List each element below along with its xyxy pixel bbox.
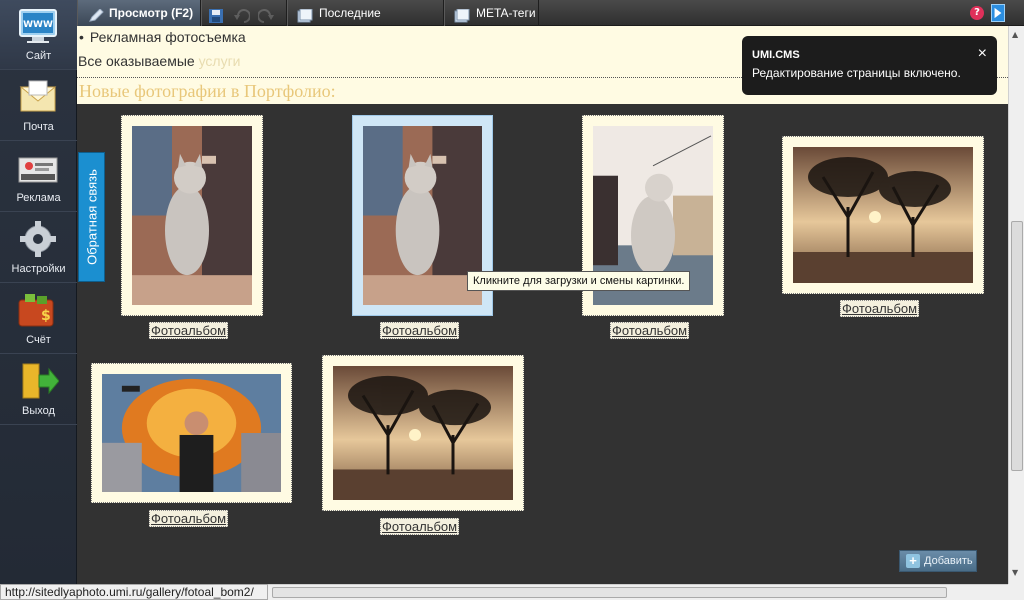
sidebar-item-account[interactable]: $ Счёт xyxy=(0,284,77,354)
save-icon xyxy=(208,6,224,23)
notification-popup: UMI.CMS Редактирование страницы включено… xyxy=(742,36,997,95)
photo-frame[interactable] xyxy=(782,136,984,294)
save-button[interactable] xyxy=(201,0,287,26)
scrollbar-corner xyxy=(1008,584,1024,600)
plus-icon: + xyxy=(906,554,920,568)
admin-toolbar: Просмотр (F2) Последние документы META-т… xyxy=(77,0,1024,46)
exit-icon xyxy=(17,361,60,401)
redo-icon[interactable] xyxy=(257,6,274,23)
wallet-icon: $ xyxy=(17,290,59,330)
mail-icon xyxy=(17,77,59,117)
add-button[interactable]: + Добавить xyxy=(899,550,977,572)
svg-text:WWW: WWW xyxy=(23,20,53,30)
services-prefix: Все оказываемые xyxy=(78,53,195,69)
sidebar-item-settings[interactable]: Настройки xyxy=(0,213,77,283)
notification-message: Редактирование страницы включено. xyxy=(752,66,961,80)
chevron-right-icon xyxy=(994,7,1002,19)
services-text: Все оказываемые услуги xyxy=(78,53,241,69)
upload-tooltip: Кликните для загрузки и смены картинки. xyxy=(467,271,691,291)
recent-documents-button[interactable]: Последние документы xyxy=(287,0,444,46)
sidebar-item-label: Реклама xyxy=(16,192,61,204)
meta-tags-label: META-теги xyxy=(476,6,536,20)
services-link[interactable]: услуги xyxy=(199,53,241,69)
meta-tags-button[interactable]: META-теги xyxy=(444,0,539,26)
scroll-down-icon[interactable]: ▼ xyxy=(1012,568,1018,577)
portfolio-heading: Новые фотографии в Портфолио: xyxy=(79,81,336,101)
vertical-scrollbar[interactable]: ▲ ▼ xyxy=(1008,26,1024,584)
sidebar-item-site[interactable]: WWW Сайт xyxy=(0,0,77,70)
undo-icon[interactable] xyxy=(234,6,251,23)
photo-frame[interactable] xyxy=(322,355,524,511)
photo-caption-link[interactable]: Фотоальбом xyxy=(380,518,460,535)
photo-caption-link[interactable]: Фотоальбом xyxy=(149,322,229,339)
notification-title: UMI.CMS xyxy=(752,49,800,61)
photo-trees-sunset xyxy=(333,366,513,500)
photo-frame[interactable] xyxy=(91,363,292,503)
sidebar-item-label: Выход xyxy=(22,405,55,417)
meta-tags-icon xyxy=(454,6,470,23)
sidebar-item-label: Счёт xyxy=(26,334,51,346)
photo-trees-sunset xyxy=(793,147,973,283)
photo-man-explosion xyxy=(102,374,281,492)
photo-caption-link[interactable]: Фотоальбом xyxy=(610,322,690,339)
add-button-label: Добавить xyxy=(924,555,973,567)
sidebar-item-label: Почта xyxy=(23,121,54,133)
sidebar-item-advertising[interactable]: Реклама xyxy=(0,142,77,212)
photo-caption-link[interactable]: Фотоальбом xyxy=(149,510,229,527)
status-bar-url: http://sitedlyaphoto.umi.ru/gallery/foto… xyxy=(0,584,268,600)
sidebar-item-label: Сайт xyxy=(25,50,52,62)
scroll-up-icon[interactable]: ▲ xyxy=(1012,30,1018,39)
view-mode-button[interactable]: Просмотр (F2) xyxy=(77,0,201,26)
pencil-icon xyxy=(88,6,104,22)
expand-panel-button[interactable] xyxy=(991,4,1005,22)
help-icon[interactable]: ? xyxy=(970,6,984,20)
feedback-label: Обратная связь xyxy=(84,169,99,265)
horizontal-scrollbar[interactable] xyxy=(268,584,1008,600)
documents-icon xyxy=(297,6,313,23)
svg-text:$: $ xyxy=(41,308,51,324)
advertising-icon xyxy=(17,148,59,188)
sidebar-item-exit[interactable]: Выход xyxy=(0,355,77,425)
close-icon[interactable]: × xyxy=(978,45,987,63)
admin-sidebar: WWW Сайт Почта Реклама Настройки $ Счёт … xyxy=(0,0,77,584)
photo-kitten-standing xyxy=(132,126,252,305)
www-icon: WWW xyxy=(17,6,59,46)
photo-caption-link[interactable]: Фотоальбом xyxy=(840,300,920,317)
feedback-tab[interactable]: Обратная связь xyxy=(78,152,105,282)
photo-kitten-standing xyxy=(363,126,482,305)
horizontal-scroll-thumb[interactable] xyxy=(272,587,947,598)
photo-frame[interactable] xyxy=(121,115,263,316)
sidebar-item-mail[interactable]: Почта xyxy=(0,71,77,141)
photo-caption-link[interactable]: Фотоальбом xyxy=(380,322,460,339)
vertical-scroll-thumb[interactable] xyxy=(1011,221,1023,471)
services-list-item: Рекламная фотосъемка xyxy=(79,29,246,45)
sidebar-item-label: Настройки xyxy=(11,263,66,275)
view-mode-label: Просмотр (F2) xyxy=(109,6,194,20)
gear-icon xyxy=(17,219,59,259)
